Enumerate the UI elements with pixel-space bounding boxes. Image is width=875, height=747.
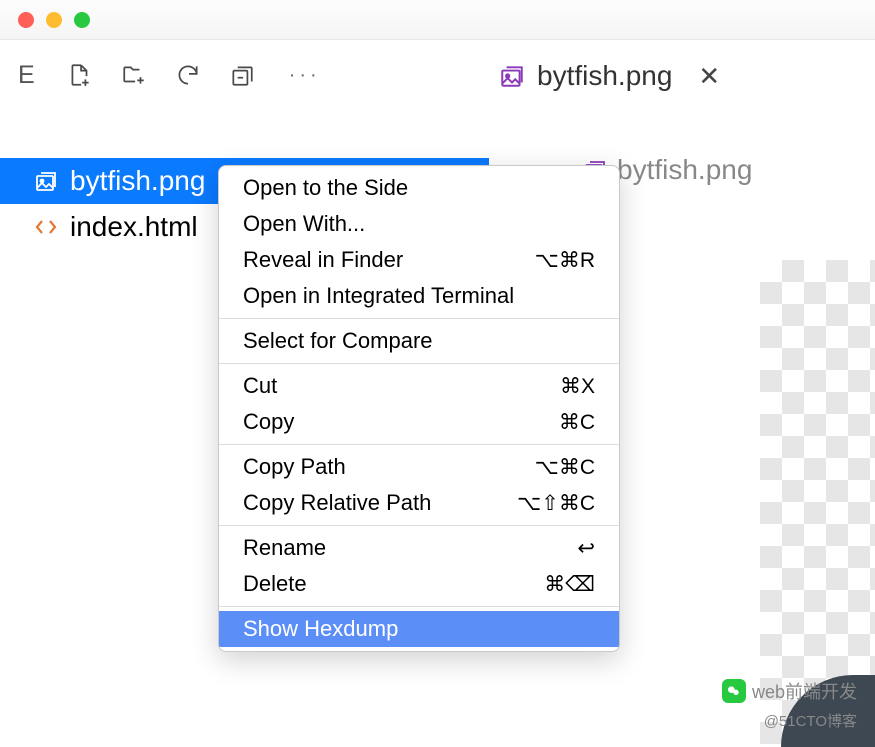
maximize-window-button[interactable] bbox=[74, 12, 90, 28]
image-file-icon bbox=[499, 63, 525, 89]
breadcrumb-label: bytfish.png bbox=[617, 154, 752, 186]
menu-item-shortcut: ↩ bbox=[577, 536, 595, 561]
new-folder-icon[interactable] bbox=[119, 60, 149, 90]
menu-item-shortcut: ⌘⌫ bbox=[544, 572, 595, 597]
tab-row: bytfish.png ✕ bbox=[489, 40, 875, 110]
menu-item-label: Copy bbox=[243, 409, 294, 435]
file-name-label: bytfish.png bbox=[70, 165, 205, 197]
minimize-window-button[interactable] bbox=[46, 12, 62, 28]
image-file-icon bbox=[34, 169, 58, 193]
menu-item-select-for-compare[interactable]: Select for Compare bbox=[219, 323, 619, 359]
menu-item-label: Reveal in Finder bbox=[243, 247, 403, 273]
titlebar bbox=[0, 0, 875, 40]
menu-item-shortcut: ⌘C bbox=[559, 410, 595, 435]
wechat-icon bbox=[722, 679, 746, 703]
menu-item-shortcut: ⌥⌘C bbox=[535, 455, 595, 480]
explorer-toolbar: E ··· bbox=[0, 40, 489, 108]
context-menu: Open to the Side Open With... Reveal in Fi… bbox=[218, 165, 620, 652]
menu-item-label: Open to the Side bbox=[243, 175, 408, 201]
menu-item-open-with[interactable]: Open With... bbox=[219, 206, 619, 242]
menu-item-copy-path[interactable]: Copy Path ⌥⌘C bbox=[219, 449, 619, 485]
watermark-text: web前端开发 bbox=[752, 678, 857, 704]
menu-item-shortcut: ⌥⌘R bbox=[535, 248, 595, 273]
more-actions-icon[interactable]: ··· bbox=[289, 64, 321, 87]
explorer-letter: E bbox=[18, 61, 41, 90]
menu-item-label: Select for Compare bbox=[243, 328, 433, 354]
menu-item-cut[interactable]: Cut ⌘X bbox=[219, 368, 619, 404]
menu-item-delete[interactable]: Delete ⌘⌫ bbox=[219, 566, 619, 602]
close-tab-icon[interactable]: ✕ bbox=[698, 61, 720, 92]
menu-item-label: Open in Integrated Terminal bbox=[243, 283, 514, 309]
close-window-button[interactable] bbox=[18, 12, 34, 28]
menu-item-label: Cut bbox=[243, 373, 277, 399]
menu-item-label: Delete bbox=[243, 571, 307, 597]
menu-item-copy[interactable]: Copy ⌘C bbox=[219, 404, 619, 440]
menu-item-label: Open With... bbox=[243, 211, 365, 237]
html-file-icon bbox=[34, 215, 58, 239]
tab-bytfish[interactable]: bytfish.png ✕ bbox=[499, 60, 720, 92]
watermark-sub: @51CTO博客 bbox=[764, 710, 857, 731]
image-preview-checker bbox=[760, 260, 875, 747]
menu-item-label: Copy Path bbox=[243, 454, 346, 480]
menu-item-label: Show Hexdump bbox=[243, 616, 398, 642]
menu-item-label: Rename bbox=[243, 535, 326, 561]
menu-item-shortcut: ⌥⇧⌘C bbox=[517, 491, 595, 516]
new-file-icon[interactable] bbox=[65, 60, 95, 90]
collapse-all-icon[interactable] bbox=[227, 60, 257, 90]
menu-item-rename[interactable]: Rename ↩ bbox=[219, 530, 619, 566]
menu-item-open-to-the-side[interactable]: Open to the Side bbox=[219, 170, 619, 206]
file-name-label: index.html bbox=[70, 211, 198, 243]
tab-label: bytfish.png bbox=[537, 60, 672, 92]
menu-item-shortcut: ⌘X bbox=[560, 374, 595, 399]
watermark: web前端开发 @51CTO博客 bbox=[722, 678, 857, 731]
refresh-icon[interactable] bbox=[173, 60, 203, 90]
menu-item-open-in-integrated-terminal[interactable]: Open in Integrated Terminal bbox=[219, 278, 619, 314]
menu-item-copy-relative-path[interactable]: Copy Relative Path ⌥⇧⌘C bbox=[219, 485, 619, 521]
menu-item-label: Copy Relative Path bbox=[243, 490, 431, 516]
menu-item-show-hexdump[interactable]: Show Hexdump bbox=[219, 611, 619, 647]
menu-item-reveal-in-finder[interactable]: Reveal in Finder ⌥⌘R bbox=[219, 242, 619, 278]
